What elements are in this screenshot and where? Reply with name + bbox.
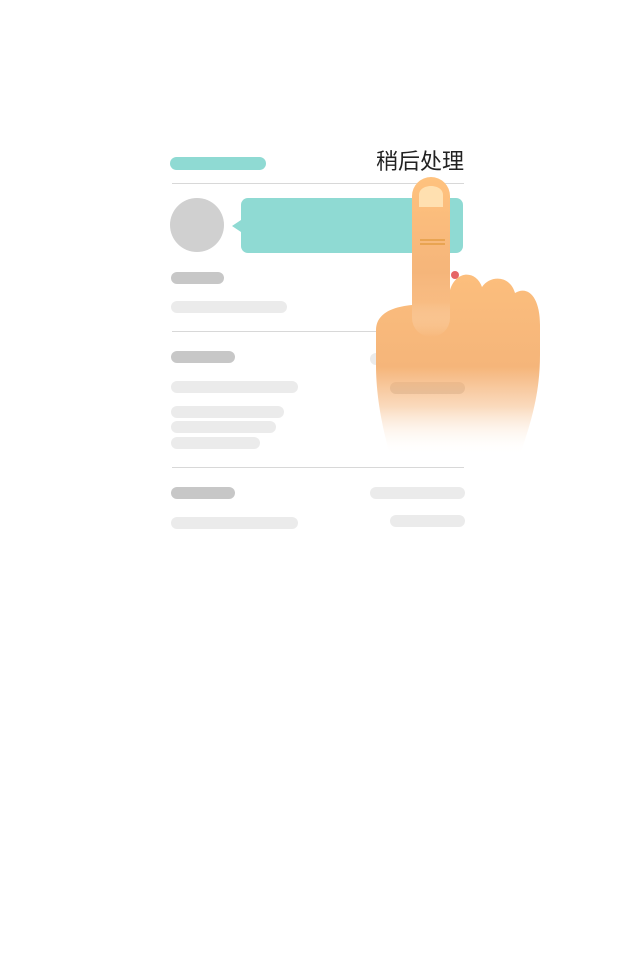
pointing-hand-icon — [370, 175, 545, 455]
text-line-placeholder — [171, 421, 276, 433]
detail-placeholder — [171, 301, 287, 313]
tutorial-overlay: 稍后处理 — [0, 0, 640, 960]
section-title-placeholder — [171, 487, 235, 499]
later-action-button[interactable]: 稍后处理 — [352, 148, 464, 178]
title-placeholder — [170, 157, 266, 170]
section-value-placeholder — [390, 515, 465, 527]
section-line-placeholder — [171, 381, 298, 393]
section-title-placeholder — [171, 351, 235, 363]
section-meta-placeholder — [370, 487, 465, 499]
text-line-placeholder — [171, 437, 260, 449]
message-bubble-tail — [232, 220, 241, 232]
section-line-placeholder — [171, 517, 298, 529]
text-line-placeholder — [171, 406, 284, 418]
name-placeholder — [171, 272, 224, 284]
section-divider — [172, 467, 464, 468]
avatar-placeholder — [170, 198, 224, 252]
